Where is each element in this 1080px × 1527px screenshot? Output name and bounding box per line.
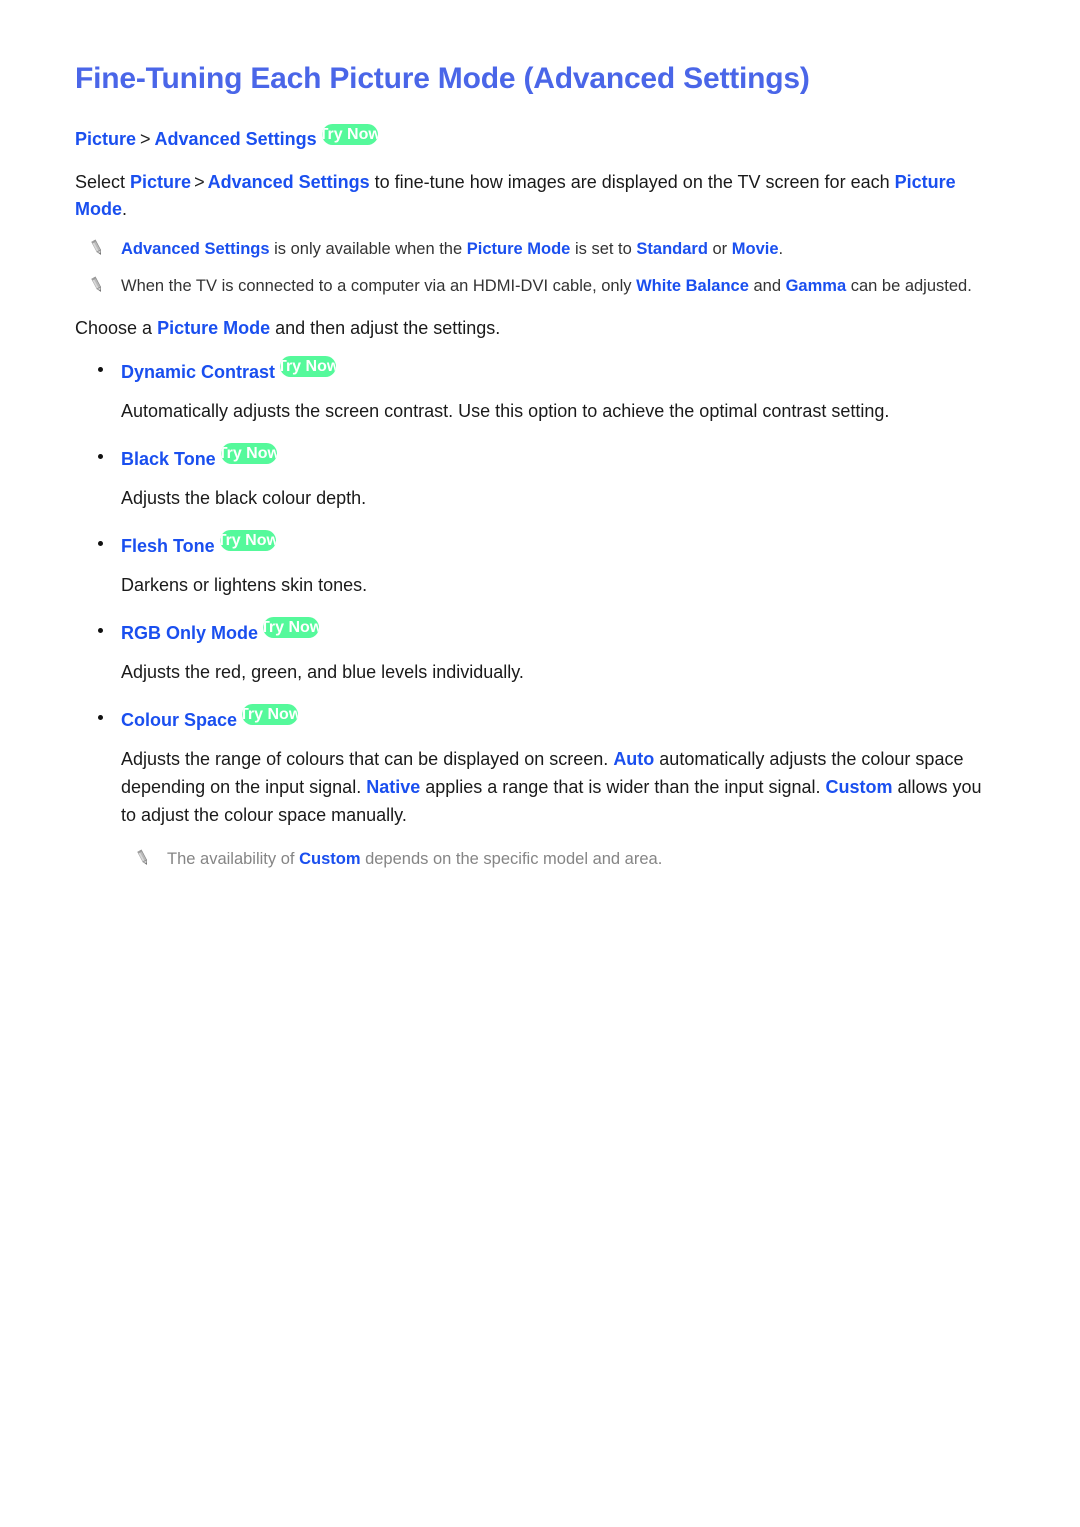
try-now-label: Try Now (321, 126, 378, 143)
try-now-badge-black-tone[interactable]: Try Now (220, 443, 277, 464)
try-now-label: Try Now (219, 532, 276, 549)
choose-lead: Choose a (75, 318, 158, 338)
note-text-2: is set to (570, 240, 637, 258)
desc-term-native[interactable]: Native (366, 777, 420, 797)
intro-term-picture[interactable]: Picture (130, 172, 191, 192)
desc-term-auto[interactable]: Auto (613, 749, 654, 769)
bullet-icon (98, 367, 103, 372)
feature-rgb-only-mode: RGB Only Mode Try Now Adjusts the red, gr… (75, 617, 995, 686)
intro-term-advanced-settings[interactable]: Advanced Settings (208, 172, 370, 192)
choose-paragraph: Choose a Picture Mode and then adjust th… (75, 315, 995, 342)
page-title: Fine-Tuning Each Picture Mode (Advanced … (75, 62, 810, 95)
note-term-gamma[interactable]: Gamma (786, 277, 847, 295)
note-text-3: or (707, 240, 732, 258)
intro-end: . (122, 199, 128, 219)
pencil-icon (89, 276, 105, 294)
desc-text-3: applies a range that is wider than the i… (420, 777, 826, 797)
intro-paragraph: Select Picture > Advanced Settings to fine… (75, 169, 995, 223)
note-hdmi-dvi: When the TV is connected to a computer v… (75, 274, 995, 299)
bullet-icon (98, 454, 103, 459)
feature-dynamic-contrast: Dynamic Contrast Try Now Automatically ad… (75, 356, 995, 425)
feature-heading: Flesh Tone Try Now (75, 530, 995, 559)
try-now-label: Try Now (220, 445, 277, 462)
note-text-1: The availability of (167, 850, 300, 868)
note-custom-availability: The availability of Custom depends on th… (121, 847, 995, 872)
choose-tail: and then adjust the settings. (270, 318, 501, 338)
feature-description: Adjusts the red, green, and blue levels … (121, 662, 524, 682)
feature-name[interactable]: Flesh Tone (121, 536, 215, 556)
feature-name[interactable]: RGB Only Mode (121, 623, 258, 643)
note-term-white-balance[interactable]: White Balance (636, 277, 749, 295)
intro-lead: Select (75, 172, 131, 192)
try-now-label: Try Now (242, 706, 299, 723)
note-text-2: depends on the specific model and area. (360, 850, 663, 868)
feature-name[interactable]: Dynamic Contrast (121, 362, 275, 382)
note-text-4: . (778, 240, 784, 258)
feature-name[interactable]: Colour Space (121, 710, 237, 730)
feature-note-wrapper: The availability of Custom depends on th… (75, 847, 995, 872)
breadcrumb-separator: > (140, 129, 151, 149)
bullet-icon (98, 715, 103, 720)
choose-term-picture-mode[interactable]: Picture Mode (157, 318, 270, 338)
intro-separator: > (194, 172, 205, 192)
feature-heading: Black Tone Try Now (75, 443, 995, 472)
feature-description: Automatically adjusts the screen contras… (121, 401, 890, 421)
breadcrumb: Picture > Advanced Settings Try Now (75, 124, 995, 151)
feature-description: Darkens or lightens skin tones. (121, 575, 368, 595)
intro-tail: to fine-tune how images are displayed on… (369, 172, 895, 192)
try-now-badge-colour-space[interactable]: Try Now (242, 704, 299, 725)
try-now-label: Try Now (263, 619, 320, 636)
desc-term-custom[interactable]: Custom (826, 777, 893, 797)
feature-flesh-tone: Flesh Tone Try Now Darkens or lightens sk… (75, 530, 995, 599)
feature-black-tone: Black Tone Try Now Adjusts the black colo… (75, 443, 995, 512)
note-term-advanced-settings[interactable]: Advanced Settings (121, 240, 270, 258)
feature-colour-space: Colour Space Try Now Adjusts the range of… (75, 704, 995, 872)
note-term-movie[interactable]: Movie (732, 240, 779, 258)
breadcrumb-item-advanced-settings[interactable]: Advanced Settings (155, 129, 317, 149)
try-now-badge-rgb-only-mode[interactable]: Try Now (263, 617, 320, 638)
pencil-icon (89, 239, 105, 257)
note-term-standard[interactable]: Standard (636, 240, 708, 258)
try-now-badge-breadcrumb[interactable]: Try Now (321, 124, 378, 145)
note-text-3: can be adjusted. (846, 277, 972, 295)
try-now-badge-flesh-tone[interactable]: Try Now (219, 530, 276, 551)
try-now-badge-dynamic-contrast[interactable]: Try Now (280, 356, 337, 377)
breadcrumb-item-picture[interactable]: Picture (75, 129, 136, 149)
feature-name[interactable]: Black Tone (121, 449, 216, 469)
feature-description: Adjusts the black colour depth. (121, 488, 367, 508)
feature-heading: RGB Only Mode Try Now (75, 617, 995, 646)
bullet-icon (98, 628, 103, 633)
note-advanced-settings-availability: Advanced Settings is only available when… (75, 237, 995, 262)
note-text-1: is only available when the (269, 240, 467, 258)
try-now-label: Try Now (280, 358, 337, 375)
document-page: Fine-Tuning Each Picture Mode (Advanced … (0, 0, 1080, 1527)
desc-text-1: Adjusts the range of colours that can be… (121, 749, 614, 769)
note-term-custom[interactable]: Custom (299, 850, 360, 868)
pencil-icon (135, 849, 151, 867)
feature-description: Adjusts the range of colours that can be… (75, 745, 995, 829)
feature-heading: Colour Space Try Now (75, 704, 995, 733)
bullet-icon (98, 541, 103, 546)
feature-heading: Dynamic Contrast Try Now (75, 356, 995, 385)
note-text-2: and (748, 277, 786, 295)
note-term-picture-mode[interactable]: Picture Mode (467, 240, 571, 258)
note-text-1: When the TV is connected to a computer v… (121, 277, 637, 295)
